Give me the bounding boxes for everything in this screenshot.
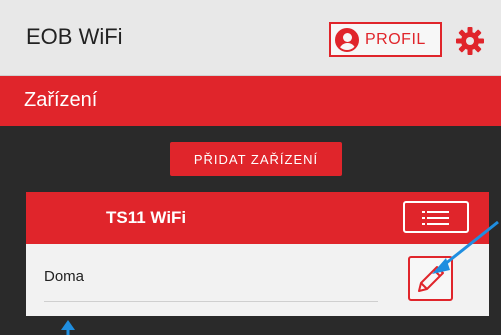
device-location: Doma xyxy=(44,268,85,285)
device-card: TS11 WiFi Doma xyxy=(26,192,489,316)
user-circle-icon xyxy=(335,27,359,52)
device-name: TS11 WiFi xyxy=(106,208,187,227)
add-device-button[interactable]: PŘIDAT ZAŘÍZENÍ xyxy=(170,142,342,176)
device-body: Doma xyxy=(26,244,489,316)
location-underline xyxy=(44,301,378,302)
pencil-icon xyxy=(418,266,444,292)
device-menu-button[interactable] xyxy=(403,201,469,233)
section-bar: Zařízení xyxy=(0,76,501,126)
profile-button[interactable]: PROFIL xyxy=(329,22,442,57)
section-title: Zařízení xyxy=(24,89,98,111)
profile-label: PROFIL xyxy=(365,30,426,48)
header-bar: EOB WiFi PROFIL xyxy=(0,0,501,76)
gear-icon[interactable] xyxy=(455,26,485,56)
app-title: EOB WiFi xyxy=(26,24,123,49)
edit-button[interactable] xyxy=(408,256,453,301)
bottom-strip xyxy=(0,316,501,335)
